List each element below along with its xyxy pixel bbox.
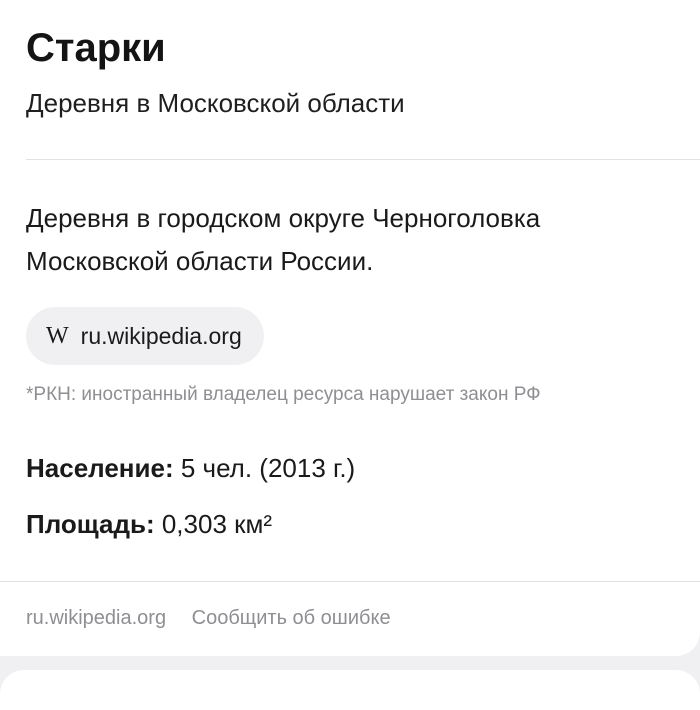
card-footer: ru.wikipedia.org Сообщить об ошибке xyxy=(26,604,391,632)
card-description: Деревня в городском округе Черноголовка … xyxy=(26,203,541,276)
rkn-disclaimer: *РКН: иностранный владелец ресурса наруш… xyxy=(26,384,541,405)
fact-population-label: Население: xyxy=(26,453,174,483)
top-divider xyxy=(26,159,700,160)
fact-population: Население: 5 чел. (2013 г.) xyxy=(26,451,355,485)
footer-source-link[interactable]: ru.wikipedia.org xyxy=(26,607,166,629)
wikipedia-source-chip[interactable]: W ru.wikipedia.org xyxy=(26,307,264,365)
next-card-edge xyxy=(0,670,700,710)
report-error-link[interactable]: Сообщить об ошибке xyxy=(192,607,391,629)
card-subtitle: Деревня в Московской области xyxy=(26,88,405,118)
knowledge-card: Старки Деревня в Московской области Дере… xyxy=(0,0,700,656)
fact-area: Площадь: 0,303 км² xyxy=(26,507,272,541)
fact-population-value: 5 чел. (2013 г.) xyxy=(180,453,356,483)
bottom-divider xyxy=(0,581,700,582)
card-title: Старки xyxy=(26,26,166,70)
fact-area-label: Площадь: xyxy=(26,509,155,539)
fact-area-value: 0,303 км² xyxy=(161,509,273,539)
wikipedia-icon: W xyxy=(46,323,69,349)
source-chip-label: ru.wikipedia.org xyxy=(80,322,242,349)
